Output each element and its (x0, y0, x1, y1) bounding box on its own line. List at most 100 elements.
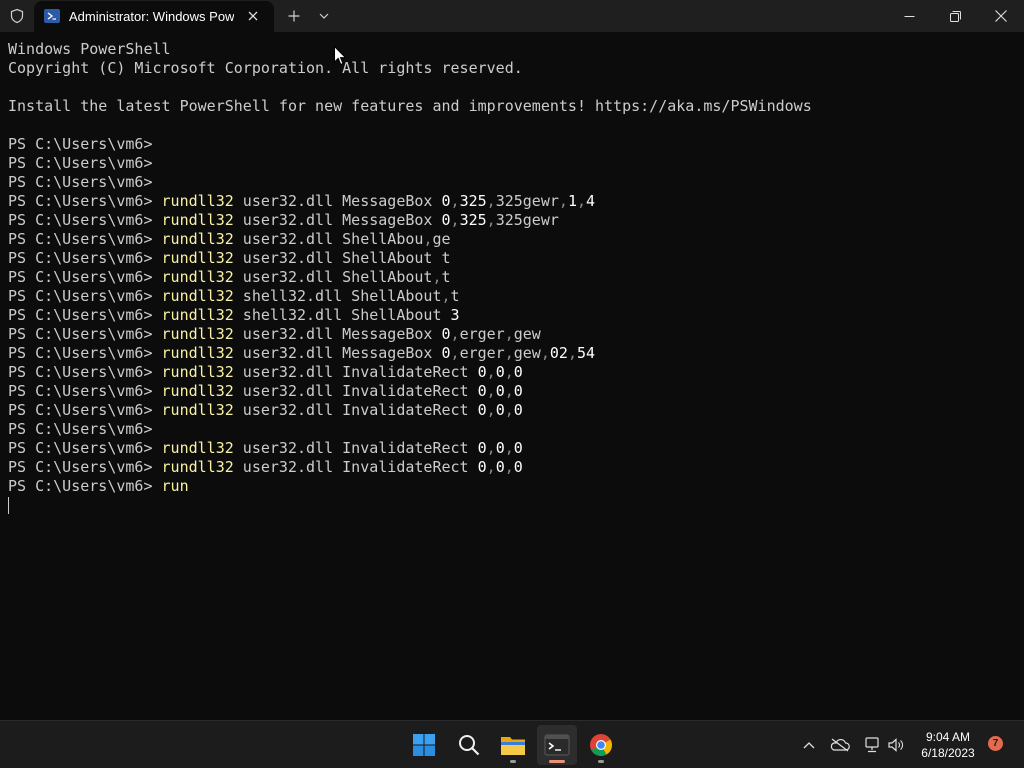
speaker-icon (888, 738, 903, 752)
text-token: user32.dll MessageBox (233, 325, 442, 343)
text-token: 0 (441, 325, 451, 343)
text-token: 0 (513, 458, 523, 476)
terminal-line: PS C:\Users\vm6> rundll32 user32.dll Inv… (8, 458, 1024, 477)
folder-icon (501, 737, 525, 755)
active-indicator (549, 760, 565, 763)
terminal-line: PS C:\Users\vm6> rundll32 user32.dll She… (8, 230, 1024, 249)
command-token: rundll32 (161, 325, 234, 343)
title-bar[interactable]: Administrator: Windows PowerShell (0, 0, 1024, 32)
text-token: 0 (477, 458, 487, 476)
text-token: PS C:\Users\vm6> (8, 344, 162, 362)
command-token: rundll32 (161, 344, 234, 362)
command-token: rundll32 (161, 230, 234, 248)
text-token: 325gewr (495, 192, 559, 210)
text-token: 0 (495, 439, 505, 457)
text-token: 325 (459, 211, 487, 229)
clock-time: 9:04 AM (925, 730, 971, 744)
text-token: 0 (441, 211, 451, 229)
text-token: PS C:\Users\vm6> (8, 325, 162, 343)
text-token: 3 (450, 306, 460, 324)
text-token: 0 (513, 401, 523, 419)
tab-powershell[interactable]: Administrator: Windows PowerShell (34, 1, 274, 32)
text-token: user32.dll ShellAbout (233, 268, 433, 286)
text-token: user32.dll InvalidateRect (233, 439, 478, 457)
plus-icon (288, 10, 300, 22)
text-token: 0 (513, 382, 523, 400)
minimize-button[interactable] (886, 0, 932, 32)
tab-title: Administrator: Windows PowerShell (69, 9, 234, 24)
onedrive-button[interactable] (830, 735, 850, 755)
terminal-button[interactable] (537, 725, 577, 765)
restore-button[interactable] (932, 0, 978, 32)
text-token: PS C:\Users\vm6> (8, 154, 153, 172)
terminal-line: PS C:\Users\vm6> rundll32 user32.dll Mes… (8, 325, 1024, 344)
terminal-output-area[interactable]: Windows PowerShell Copyright (C) Microsof… (0, 32, 1024, 720)
chevron-down-icon (319, 13, 329, 19)
clock[interactable]: 9:04 AM 6/18/2023 (912, 729, 984, 761)
chrome-button[interactable] (581, 725, 621, 765)
terminal-line: PS C:\Users\vm6> rundll32 user32.dll She… (8, 268, 1024, 287)
text-token: shell32.dll ShellAbout (233, 306, 451, 324)
text-token: 0 (477, 439, 487, 457)
text-token: 0 (477, 363, 487, 381)
text-token: user32.dll MessageBox (233, 344, 442, 362)
new-tab-button[interactable] (284, 6, 304, 26)
text-token: , (486, 363, 496, 381)
terminal-output: Windows PowerShell Copyright (C) Microsof… (8, 40, 1024, 515)
text-token: user32.dll InvalidateRect (233, 401, 478, 419)
text-token: gew (513, 325, 541, 343)
close-window-button[interactable] (978, 0, 1024, 32)
text-token: erger (459, 325, 505, 343)
tab-dropdown-button[interactable] (314, 6, 334, 26)
text-token: , (567, 344, 577, 362)
notification-badge[interactable]: 7 (988, 736, 1003, 751)
text-token: PS C:\Users\vm6> (8, 439, 162, 457)
text-token: , (432, 268, 442, 286)
clock-date: 6/18/2023 (921, 746, 975, 760)
text-token: 0 (441, 192, 451, 210)
network-button[interactable] (862, 735, 882, 755)
text-token: 0 (441, 344, 451, 362)
text-token: PS C:\Users\vm6> (8, 458, 162, 476)
text-token: user32.dll InvalidateRect (233, 458, 478, 476)
terminal-line: PS C:\Users\vm6> rundll32 user32.dll Inv… (8, 401, 1024, 420)
text-token: , (486, 382, 496, 400)
text-token: PS C:\Users\vm6> (8, 192, 162, 210)
taskbar: 9:04 AM 6/18/2023 (0, 720, 1024, 768)
text-token: PS C:\Users\vm6> (8, 287, 162, 305)
text-token: Install the latest PowerShell for new fe… (8, 97, 812, 115)
command-token: rundll32 (161, 249, 234, 267)
terminal-line: PS C:\Users\vm6> run (8, 477, 1024, 496)
volume-button[interactable] (886, 735, 906, 755)
text-token: , (504, 439, 514, 457)
search-button[interactable] (449, 725, 489, 765)
command-token: rundll32 (161, 401, 234, 419)
show-hidden-icons-button[interactable] (799, 735, 819, 755)
text-token: , (450, 325, 460, 343)
text-token: , (504, 401, 514, 419)
text-token: , (486, 458, 496, 476)
text-token: PS C:\Users\vm6> (8, 230, 162, 248)
text-token: user32.dll MessageBox (233, 211, 442, 229)
powershell-icon (44, 9, 60, 23)
close-tab-button[interactable] (244, 7, 262, 25)
close-icon (995, 10, 1007, 22)
text-token: , (576, 192, 586, 210)
command-token: rundll32 (161, 363, 234, 381)
terminal-line: PS C:\Users\vm6> rundll32 user32.dll Inv… (8, 439, 1024, 458)
command-token: rundll32 (161, 439, 234, 457)
terminal-line: PS C:\Users\vm6> rundll32 user32.dll Mes… (8, 211, 1024, 230)
text-cursor (8, 497, 9, 514)
cursor-line (8, 496, 1024, 515)
text-token: shell32.dll ShellAbout (233, 287, 442, 305)
terminal-line: Copyright (C) Microsoft Corporation. All… (8, 59, 1024, 78)
text-token: , (558, 192, 568, 210)
terminal-line: PS C:\Users\vm6> (8, 173, 1024, 192)
terminal-line: PS C:\Users\vm6> rundll32 shell32.dll Sh… (8, 287, 1024, 306)
text-token: user32.dll ShellAbou (233, 230, 424, 248)
file-explorer-button[interactable] (493, 725, 533, 765)
terminal-line: PS C:\Users\vm6> rundll32 user32.dll Mes… (8, 192, 1024, 211)
text-token: erger (459, 344, 505, 362)
text-token: user32.dll ShellAbout t (233, 249, 451, 267)
start-button[interactable] (404, 725, 444, 765)
